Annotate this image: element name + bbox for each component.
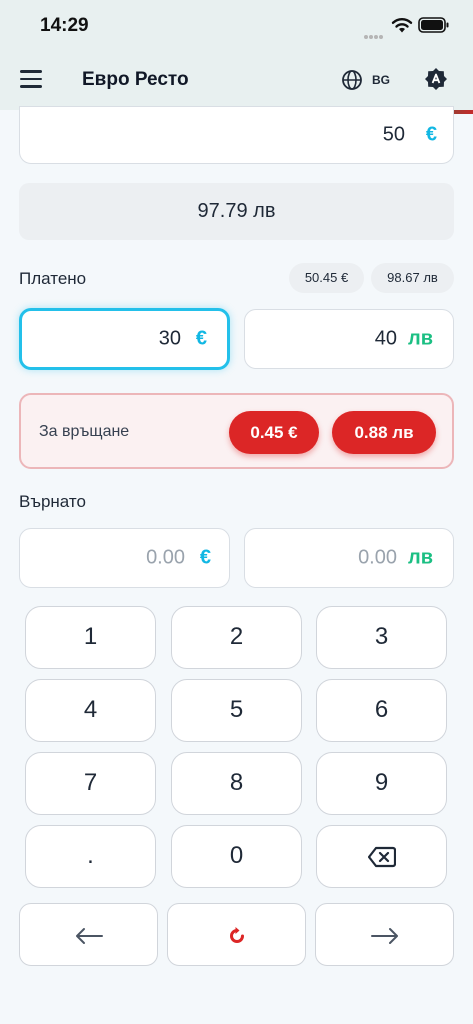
key-9[interactable]: 9 — [316, 752, 447, 815]
menu-icon[interactable] — [20, 70, 44, 92]
amount-value: 50 — [382, 123, 405, 146]
app-title: Евро Ресто — [82, 69, 189, 90]
arrow-right-icon — [370, 928, 398, 945]
forward-button[interactable] — [315, 903, 454, 966]
key-decimal[interactable]: . — [25, 825, 156, 888]
key-5[interactable]: 5 — [171, 679, 302, 742]
language-button[interactable]: BG — [372, 73, 390, 87]
amount-field[interactable]: 50 € — [19, 106, 454, 164]
paid-label: Платено — [19, 269, 87, 288]
reset-icon — [229, 927, 244, 944]
returned-bgn-value: 0.00 — [358, 546, 397, 569]
key-8[interactable]: 8 — [171, 752, 302, 815]
change-eur-pill: 0.45 € — [229, 411, 319, 454]
paid-chip-bgn[interactable]: 98.67 лв — [371, 263, 454, 293]
paid-bgn-input[interactable]: 40 лв — [244, 309, 454, 369]
arrow-left-icon — [75, 928, 103, 945]
change-box: За връщане 0.45 € 0.88 лв — [19, 393, 454, 469]
app-bar: Евро Ресто BG — [0, 52, 473, 110]
status-time: 14:29 — [40, 15, 89, 36]
returned-bgn-currency: лв — [408, 546, 433, 569]
key-0[interactable]: 0 — [171, 825, 302, 888]
battery-icon — [418, 17, 449, 33]
paid-eur-currency: € — [195, 327, 207, 350]
returned-label: Върнато — [19, 492, 86, 511]
paid-bgn-value: 40 — [374, 327, 397, 350]
returned-eur-value: 0.00 — [146, 546, 185, 569]
paid-chip-eur[interactable]: 50.45 € — [289, 263, 364, 293]
backspace-key[interactable] — [316, 825, 447, 888]
signal-icon — [364, 26, 386, 39]
reset-button[interactable] — [167, 903, 306, 966]
returned-eur-currency: € — [199, 546, 211, 569]
returned-eur-input[interactable]: 0.00 € — [19, 528, 230, 588]
paid-eur-value: 30 — [158, 327, 181, 350]
key-1[interactable]: 1 — [25, 606, 156, 669]
key-7[interactable]: 7 — [25, 752, 156, 815]
paid-eur-input[interactable]: 30 € — [19, 308, 230, 370]
wifi-icon — [391, 18, 413, 33]
returned-bgn-input[interactable]: 0.00 лв — [244, 528, 454, 588]
change-label: За връщане — [39, 423, 130, 440]
globe-icon[interactable] — [341, 69, 363, 91]
change-bgn-pill: 0.88 лв — [332, 411, 436, 454]
theme-icon[interactable] — [424, 67, 448, 91]
paid-bgn-currency: лв — [408, 327, 433, 350]
amount-currency: € — [425, 123, 437, 146]
status-bar: 14:29 — [0, 0, 473, 52]
key-3[interactable]: 3 — [316, 606, 447, 669]
key-6[interactable]: 6 — [316, 679, 447, 742]
converted-amount: 97.79 лв — [19, 183, 454, 240]
key-2[interactable]: 2 — [171, 606, 302, 669]
back-button[interactable] — [19, 903, 158, 966]
key-4[interactable]: 4 — [25, 679, 156, 742]
backspace-icon — [367, 846, 396, 867]
